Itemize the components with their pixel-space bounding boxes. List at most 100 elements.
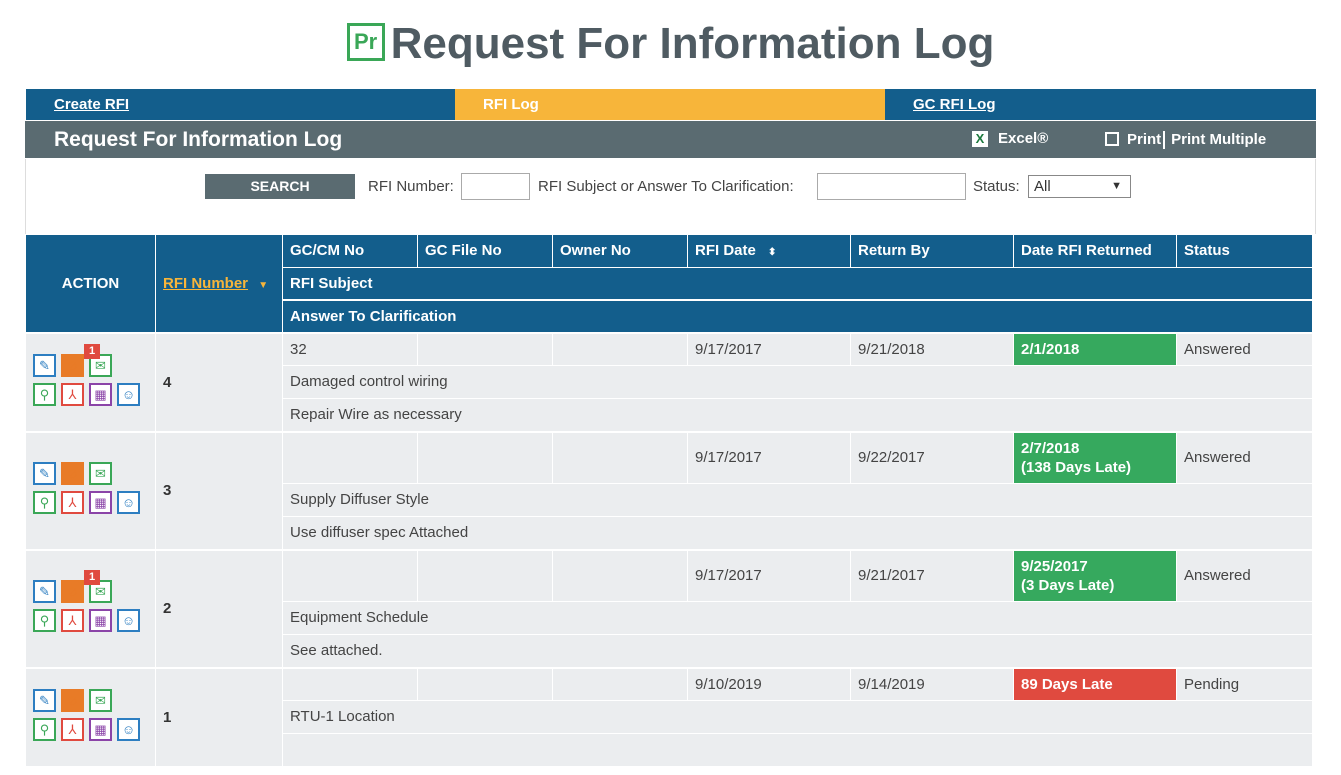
caret-down-icon: ▼ <box>1111 180 1122 192</box>
magnifier-icon[interactable]: ⚲ <box>33 383 56 406</box>
separator <box>1163 131 1166 150</box>
subject-search-input[interactable] <box>817 173 966 200</box>
user-icon[interactable]: ☺ <box>117 609 140 632</box>
subject-cell: Supply Diffuser Style <box>283 484 1312 516</box>
user-icon[interactable]: ☺ <box>117 718 140 741</box>
rfi-date-header-label: RFI Date <box>695 242 756 259</box>
user-icon[interactable]: ☺ <box>117 491 140 514</box>
rfi-number-label: RFI Number: <box>368 178 454 195</box>
rfi-number-cell[interactable]: 4 <box>156 334 282 431</box>
calendar-icon[interactable]: ▦ <box>89 609 112 632</box>
calendar-icon[interactable]: ▦ <box>89 491 112 514</box>
print-multiple-button[interactable]: Print Multiple <box>1171 131 1266 148</box>
cell-gc-cm-no <box>283 433 417 483</box>
page-title-text: Request For Information Log <box>390 19 995 68</box>
tab-create-rfi[interactable]: Create RFI <box>26 89 455 120</box>
col-return-by-header: Return By <box>851 235 1013 267</box>
date-returned-text: 89 Days Late <box>1021 676 1113 693</box>
magnifier-icon[interactable]: ⚲ <box>33 491 56 514</box>
print-controls: Print Print Multiple <box>1105 130 1266 150</box>
subject-cell: Equipment Schedule <box>283 602 1312 634</box>
cell-gc-cm-no: 32 <box>283 334 417 365</box>
cell-gc-cm-no <box>283 551 417 601</box>
col-rfi-date-header[interactable]: RFI Date ⬍ <box>688 235 850 267</box>
cell-rfi-date: 9/17/2017 <box>688 334 850 365</box>
rfi-number-cell[interactable]: 2 <box>156 551 282 667</box>
action-cell: ✎ ⊘ ✉ ⚲ ⅄ ▦ ☺ 1 <box>26 551 155 667</box>
status-select-value: All <box>1034 178 1051 195</box>
attachment-count-badge: 1 <box>84 570 100 585</box>
answer-cell: See attached. <box>283 635 1312 667</box>
calendar-icon[interactable]: ▦ <box>89 718 112 741</box>
date-returned-badge: 9/25/2017 (3 Days Late) <box>1014 551 1176 601</box>
cell-rfi-date: 9/17/2017 <box>688 551 850 601</box>
pdf-icon[interactable]: ⅄ <box>61 491 84 514</box>
rfi-number-sort-link[interactable]: RFI Number <box>163 275 248 292</box>
status-cell: Answered <box>1177 433 1312 483</box>
log-header-bar: Request For Information Log X Excel® Prin… <box>25 121 1316 158</box>
cell-gc-file-no <box>418 334 552 365</box>
cell-gc-file-no <box>418 433 552 483</box>
answer-cell: Use diffuser spec Attached <box>283 517 1312 549</box>
col-status-header: Status <box>1177 235 1312 267</box>
tab-gc-rfi-log[interactable]: GC RFI Log <box>885 89 1316 120</box>
sort-icon: ⬍ <box>768 247 777 258</box>
cell-owner-no <box>553 669 687 700</box>
cell-gc-cm-no <box>283 669 417 700</box>
page-title: Pr Request For Information Log <box>0 18 1341 70</box>
status-cell: Pending <box>1177 669 1312 700</box>
pencil-icon[interactable]: ✎ <box>33 689 56 712</box>
action-cell: ✎ ⊘ ✉ ⚲ ⅄ ▦ ☺ 1 <box>26 334 155 431</box>
cell-return-by: 9/22/2017 <box>851 433 1013 483</box>
cell-return-by: 9/21/2017 <box>851 551 1013 601</box>
col-owner-no-header: Owner No <box>553 235 687 267</box>
cell-gc-file-no <box>418 551 552 601</box>
user-icon[interactable]: ☺ <box>117 383 140 406</box>
pdf-icon[interactable]: ⅄ <box>61 609 84 632</box>
magnifier-icon[interactable]: ⚲ <box>33 718 56 741</box>
excel-export-button[interactable]: X Excel® <box>972 130 1048 147</box>
pencil-icon[interactable]: ✎ <box>33 462 56 485</box>
status-label: Status: <box>973 178 1020 195</box>
col-gc-cm-no-header: GC/CM No <box>283 235 417 267</box>
pencil-icon[interactable]: ✎ <box>33 580 56 603</box>
rfi-number-input[interactable] <box>461 173 530 200</box>
days-late-text: (138 Days Late) <box>1021 459 1132 476</box>
status-select[interactable]: All ▼ <box>1028 175 1131 198</box>
paperclip-icon[interactable]: ⊘ <box>61 462 84 485</box>
subject-search-label: RFI Subject or Answer To Clarification: <box>538 178 794 195</box>
cell-rfi-date: 9/10/2019 <box>688 669 850 700</box>
date-returned-text: 2/7/2018 <box>1021 440 1080 457</box>
tab-rfi-log[interactable]: RFI Log <box>455 89 885 120</box>
envelope-icon[interactable]: ✉ <box>89 689 112 712</box>
pdf-icon[interactable]: ⅄ <box>61 718 84 741</box>
date-returned-badge: 2/7/2018 (138 Days Late) <box>1014 433 1176 483</box>
col-answer-header: Answer To Clarification <box>283 301 1312 332</box>
paperclip-icon[interactable]: ⊘ <box>61 580 84 603</box>
subject-cell: Damaged control wiring <box>283 366 1312 398</box>
printer-icon <box>1105 132 1119 146</box>
date-returned-badge: 2/1/2018 <box>1014 334 1176 365</box>
paperclip-icon[interactable]: ⊘ <box>61 354 84 377</box>
cell-gc-file-no <box>418 669 552 700</box>
rfi-number-cell[interactable]: 1 <box>156 669 282 766</box>
cell-rfi-date: 9/17/2017 <box>688 433 850 483</box>
excel-label: Excel® <box>998 130 1049 147</box>
sort-down-icon: ▼ <box>258 280 269 291</box>
search-button[interactable]: SEARCH <box>205 174 355 199</box>
rfi-number-cell[interactable]: 3 <box>156 433 282 549</box>
col-rfi-number-header[interactable]: RFI Number ▼ <box>156 235 282 332</box>
paperclip-icon[interactable]: ⊘ <box>61 689 84 712</box>
search-area: SEARCH RFI Number: RFI Subject or Answer… <box>25 159 1316 234</box>
magnifier-icon[interactable]: ⚲ <box>33 609 56 632</box>
date-returned-text: 2/1/2018 <box>1021 341 1080 358</box>
pdf-icon[interactable]: ⅄ <box>61 383 84 406</box>
print-button[interactable]: Print <box>1127 131 1161 148</box>
col-date-returned-header: Date RFI Returned <box>1014 235 1176 267</box>
cell-owner-no <box>553 334 687 365</box>
status-cell: Answered <box>1177 551 1312 601</box>
envelope-icon[interactable]: ✉ <box>89 462 112 485</box>
col-gc-file-no-header: GC File No <box>418 235 552 267</box>
pencil-icon[interactable]: ✎ <box>33 354 56 377</box>
calendar-icon[interactable]: ▦ <box>89 383 112 406</box>
